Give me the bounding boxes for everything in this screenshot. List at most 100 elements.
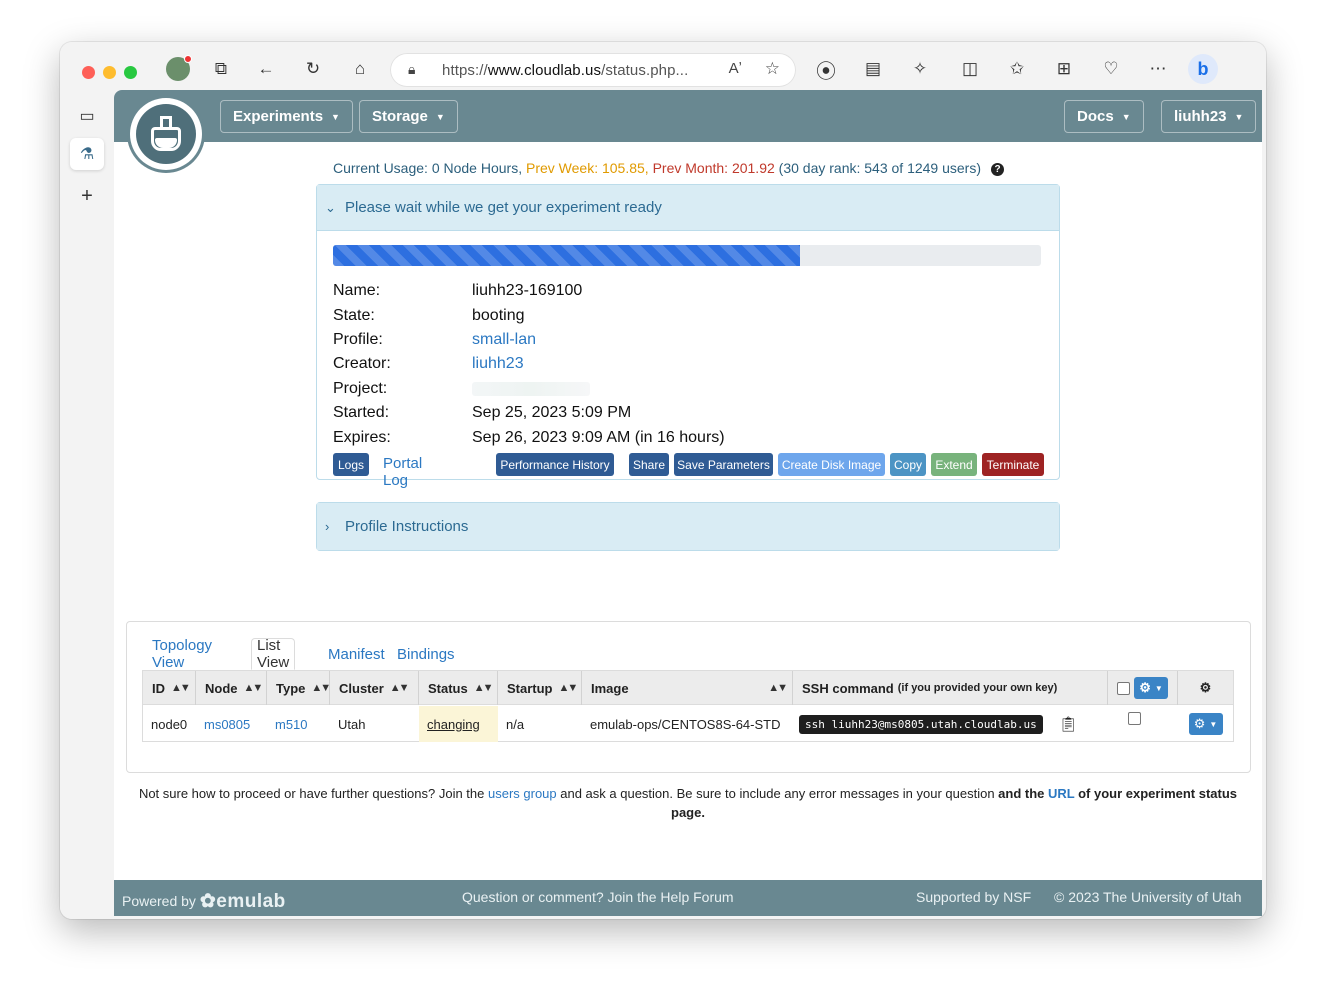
performance-history-button[interactable]: Performance History <box>496 453 614 476</box>
sort-icon: ▲▼ <box>768 682 788 694</box>
home-icon[interactable]: ⌂ <box>347 56 373 82</box>
table-cell-status: changing <box>419 706 498 742</box>
column-startup[interactable]: Startup ▲▼ <box>498 671 582 705</box>
column-type[interactable]: Type ▲▼ <box>267 671 331 705</box>
browser-window: ⧉ ← ↻ ⌂ 🔒︎ https://www.cloudlab.us/statu… <box>60 42 1266 919</box>
url-text[interactable]: https://www.cloudlab.us/status.php... <box>442 62 688 79</box>
zoom-window-button[interactable] <box>124 66 137 79</box>
row-checkbox[interactable] <box>1127 712 1141 725</box>
column-status[interactable]: Status ▲▼ <box>419 671 498 705</box>
caret-down-icon: ▼ <box>1234 111 1244 122</box>
tab-bindings[interactable]: Bindings <box>392 638 460 670</box>
tab-topology-view[interactable]: Topology View <box>147 637 217 671</box>
logs-button[interactable]: Logs <box>333 453 369 476</box>
favorite-icon[interactable]: ☆ <box>765 59 780 79</box>
url-link[interactable]: URL <box>1048 786 1074 801</box>
portal-log-link[interactable]: Portal Log <box>383 455 422 489</box>
select-all-checkbox[interactable] <box>1117 681 1130 695</box>
flask-logo-icon <box>136 104 196 164</box>
experiment-state: booting <box>472 306 525 324</box>
column-select-all: ⚙ ▼ <box>1108 671 1178 705</box>
tab-list-view[interactable]: List View <box>251 637 296 671</box>
users-group-link[interactable]: users group <box>488 786 557 801</box>
experiment-progress <box>333 245 1041 266</box>
expires-label: Expires: <box>333 428 391 446</box>
notification-dot <box>184 55 192 63</box>
sort-icon: ▲▼ <box>311 682 331 694</box>
profile-instructions-panel: › Profile Instructions <box>316 502 1060 551</box>
lock-icon[interactable]: 🔒︎ <box>408 61 415 78</box>
extend-button[interactable]: Extend <box>931 453 977 476</box>
creator-link[interactable]: liuhh23 <box>472 355 524 373</box>
cloudlab-logo[interactable] <box>130 98 202 170</box>
type-link[interactable]: m510 <box>275 717 308 732</box>
status-badge[interactable]: changing <box>427 717 480 732</box>
performance-icon[interactable]: ♡ <box>1098 56 1124 82</box>
storage-label: Storage <box>372 108 428 125</box>
split-screen-icon[interactable]: ◫ <box>957 56 983 82</box>
column-cluster[interactable]: Cluster ▲▼ <box>330 671 419 705</box>
more-icon[interactable]: ⋯ <box>1145 56 1171 82</box>
reading-list-icon[interactable]: ▤ <box>860 56 886 82</box>
ssh-command[interactable]: ssh liuhh23@ms0805.utah.cloudlab.us <box>799 714 1043 734</box>
bing-copilot-icon[interactable]: b <box>1188 54 1218 84</box>
record-icon[interactable]: ⦿ <box>813 56 839 83</box>
chevron-right-icon: › <box>325 519 330 534</box>
emulab-logo[interactable]: ✿emulab <box>200 891 286 912</box>
column-id[interactable]: ID ▲▼ <box>143 671 196 705</box>
profile-instructions-header[interactable]: › Profile Instructions <box>317 503 1059 550</box>
status-panel-header[interactable]: ⌄ Please wait while we get your experime… <box>317 185 1059 231</box>
help-icon[interactable]: ? <box>991 162 1004 176</box>
create-disk-image-button[interactable]: Create Disk Image <box>778 453 885 476</box>
node-link[interactable]: ms0805 <box>204 717 250 732</box>
current-usage: Current Usage: 0 Node Hours, <box>333 160 526 176</box>
nsf-link[interactable]: Supported by NSF <box>916 889 1031 905</box>
extensions-icon[interactable]: ✧ <box>907 56 933 82</box>
web-page: Experiments ▼ Storage ▼ Docs ▼ liuhh23 ▼ Cur… <box>114 90 1262 916</box>
save-parameters-button[interactable]: Save Parameters <box>674 453 773 476</box>
copy-to-clipboard-icon[interactable]: 📋︎ <box>1059 715 1078 733</box>
minimize-window-button[interactable] <box>103 66 116 79</box>
column-node[interactable]: Node ▲▼ <box>196 671 267 705</box>
favorites-icon[interactable]: ✩ <box>1004 56 1030 82</box>
docs-menu-button[interactable]: Docs ▼ <box>1064 100 1144 133</box>
active-tab-flask-icon[interactable]: ⚗ <box>70 138 104 170</box>
sidebar-toggle-icon[interactable]: ▭ <box>70 100 104 132</box>
sort-icon: ▲▼ <box>473 682 494 694</box>
table-cell-image: emulab-ops/CENTOS8S-64-STD <box>590 716 781 732</box>
refresh-icon[interactable]: ↻ <box>300 56 326 82</box>
new-tab-button[interactable]: + <box>70 180 104 212</box>
ssh-note: (if you provided your own key) <box>897 682 1058 694</box>
back-icon[interactable]: ← <box>253 56 279 82</box>
state-label: State: <box>333 306 375 324</box>
bulk-actions-gear-button[interactable]: ⚙ ▼ <box>1134 677 1168 699</box>
help-text: Not sure how to proceed or have further … <box>138 786 1238 820</box>
node-actions-gear-button[interactable]: ⚙ ▼ <box>1188 713 1223 735</box>
caret-down-icon: ▼ <box>435 111 445 122</box>
top-navbar: Experiments ▼ Storage ▼ Docs ▼ liuhh23 ▼ <box>114 90 1262 142</box>
tabs-icon[interactable]: ⧉ <box>208 56 234 82</box>
topology-card: Topology View List View Manifest Binding… <box>126 621 1251 773</box>
profile-avatar-icon[interactable] <box>166 55 192 81</box>
prev-month-usage: Prev Month: 201.92 <box>652 160 779 176</box>
column-image[interactable]: Image ▲▼ <box>582 671 793 705</box>
experiment-name: liuhh23-169100 <box>472 282 583 300</box>
user-menu-button[interactable]: liuhh23 ▼ <box>1161 100 1257 133</box>
gear-icon[interactable]: ⚙ <box>1200 680 1212 696</box>
share-button[interactable]: Share <box>629 453 669 476</box>
terminate-button[interactable]: Terminate <box>982 453 1044 476</box>
profile-label: Profile: <box>333 330 383 348</box>
experiments-menu-button[interactable]: Experiments ▼ <box>220 100 353 133</box>
prev-week-usage: Prev Week: 105.85, <box>525 160 653 176</box>
read-aloud-icon[interactable]: Aʼ <box>729 60 742 77</box>
collections-icon[interactable]: ⊞ <box>1051 56 1077 82</box>
copy-button[interactable]: Copy <box>890 453 926 476</box>
close-window-button[interactable] <box>82 66 95 79</box>
creator-label: Creator: <box>333 355 391 373</box>
help-forum-link[interactable]: Question or comment? Join the Help Forum <box>462 889 734 905</box>
started-label: Started: <box>333 404 390 422</box>
address-bar[interactable]: 🔒︎ https://www.cloudlab.us/status.php...… <box>390 53 796 87</box>
tab-manifest[interactable]: Manifest <box>323 638 390 670</box>
profile-link[interactable]: small-lan <box>472 331 536 349</box>
storage-menu-button[interactable]: Storage ▼ <box>359 100 458 133</box>
